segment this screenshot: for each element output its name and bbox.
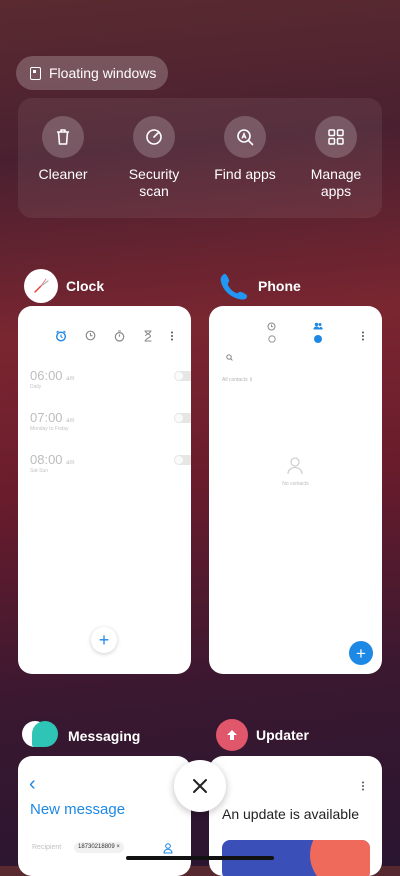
world-clock-tab-icon[interactable] bbox=[85, 330, 96, 341]
alarm-row[interactable]: 06:00 am Daily bbox=[30, 368, 191, 390]
search-icon[interactable] bbox=[226, 354, 233, 361]
alarm-time: 07:00 am bbox=[30, 410, 75, 425]
contacts-tab-icon[interactable] bbox=[313, 322, 323, 330]
contacts-tab-indicator bbox=[314, 335, 322, 343]
clock-app-icon bbox=[24, 269, 58, 303]
alarm-toggle[interactable] bbox=[174, 371, 191, 381]
timer-tab-icon[interactable] bbox=[143, 330, 153, 342]
gauge-icon bbox=[146, 129, 162, 145]
alarm-row[interactable]: 07:00 am Monday to Friday bbox=[30, 410, 191, 432]
alarm-tab-icon[interactable] bbox=[55, 330, 67, 342]
phone-app-icon bbox=[216, 269, 250, 303]
cleaner-label: Cleaner bbox=[38, 166, 88, 182]
updater-app-icon bbox=[216, 719, 248, 751]
updater-card-title: Updater bbox=[256, 727, 309, 743]
clock-app-card[interactable]: 06:00 am Daily 07:00 am Monday to Friday… bbox=[18, 306, 191, 674]
stopwatch-tab-icon[interactable] bbox=[114, 330, 125, 342]
cleaner-button[interactable]: Cleaner bbox=[18, 116, 108, 183]
alarm-row[interactable]: 08:00 am Sat-Sun bbox=[30, 452, 191, 474]
manage-apps-button[interactable]: Manage apps bbox=[291, 116, 381, 200]
alarm-repeat: Sat-Sun bbox=[30, 468, 49, 474]
alarm-toggle[interactable] bbox=[174, 455, 191, 465]
alarm-repeat: Daily bbox=[30, 384, 42, 390]
contacts-filter-dropdown[interactable]: All contacts ⇕ bbox=[222, 377, 253, 383]
phone-app-card[interactable]: All contacts ⇕ No contacts + bbox=[209, 306, 382, 674]
home-indicator[interactable] bbox=[126, 856, 274, 860]
more-options-icon[interactable] bbox=[170, 331, 174, 341]
empty-contacts-text: No contacts bbox=[282, 481, 309, 487]
security-scan-button[interactable]: Security scan bbox=[109, 116, 199, 200]
add-alarm-button[interactable]: + bbox=[91, 627, 117, 653]
floating-windows-label: Floating windows bbox=[49, 65, 157, 81]
floating-windows-button[interactable]: Floating windows bbox=[16, 56, 168, 90]
whatsapp-tab-icon[interactable] bbox=[268, 335, 276, 343]
person-icon bbox=[287, 457, 303, 475]
add-recipient-icon[interactable] bbox=[163, 843, 173, 854]
clock-card-header[interactable]: Clock bbox=[24, 269, 104, 303]
trash-icon bbox=[57, 129, 69, 145]
find-apps-button[interactable]: Find apps bbox=[200, 116, 290, 183]
messaging-card-header[interactable]: Messaging bbox=[22, 719, 140, 753]
alarm-toggle[interactable] bbox=[174, 413, 191, 423]
alarm-time: 08:00 am bbox=[30, 452, 75, 467]
phone-card-title: Phone bbox=[258, 278, 301, 294]
back-icon[interactable]: ‹ bbox=[29, 774, 36, 794]
recents-tab-icon[interactable] bbox=[267, 322, 276, 331]
clock-card-title: Clock bbox=[66, 278, 105, 294]
recipient-chip[interactable]: 18730218809 × bbox=[74, 842, 124, 853]
manage-apps-label: Manage apps bbox=[310, 166, 362, 199]
phone-card-header[interactable]: Phone bbox=[216, 269, 301, 303]
quick-actions-panel: Cleaner Security scan Find apps Manage a… bbox=[18, 98, 382, 218]
messaging-card-title: Messaging bbox=[68, 728, 141, 744]
close-icon bbox=[193, 779, 207, 793]
messaging-app-icon bbox=[22, 719, 60, 753]
more-options-icon[interactable] bbox=[361, 331, 365, 341]
update-headline: An update is available bbox=[222, 806, 359, 822]
find-apps-label: Find apps bbox=[214, 166, 276, 182]
security-scan-label: Security scan bbox=[128, 166, 180, 199]
more-options-icon[interactable] bbox=[361, 781, 365, 791]
clear-all-button[interactable] bbox=[174, 760, 226, 812]
recipient-label: Recipient bbox=[32, 844, 62, 851]
updater-card-header[interactable]: Updater bbox=[216, 719, 309, 751]
app-search-icon bbox=[237, 129, 254, 146]
alarm-repeat: Monday to Friday bbox=[30, 426, 69, 432]
floating-window-icon bbox=[30, 66, 41, 80]
alarm-time: 06:00 am bbox=[30, 368, 75, 383]
new-message-heading: New message bbox=[30, 801, 126, 818]
grid-icon bbox=[328, 129, 344, 145]
add-contact-button[interactable]: + bbox=[349, 641, 373, 665]
